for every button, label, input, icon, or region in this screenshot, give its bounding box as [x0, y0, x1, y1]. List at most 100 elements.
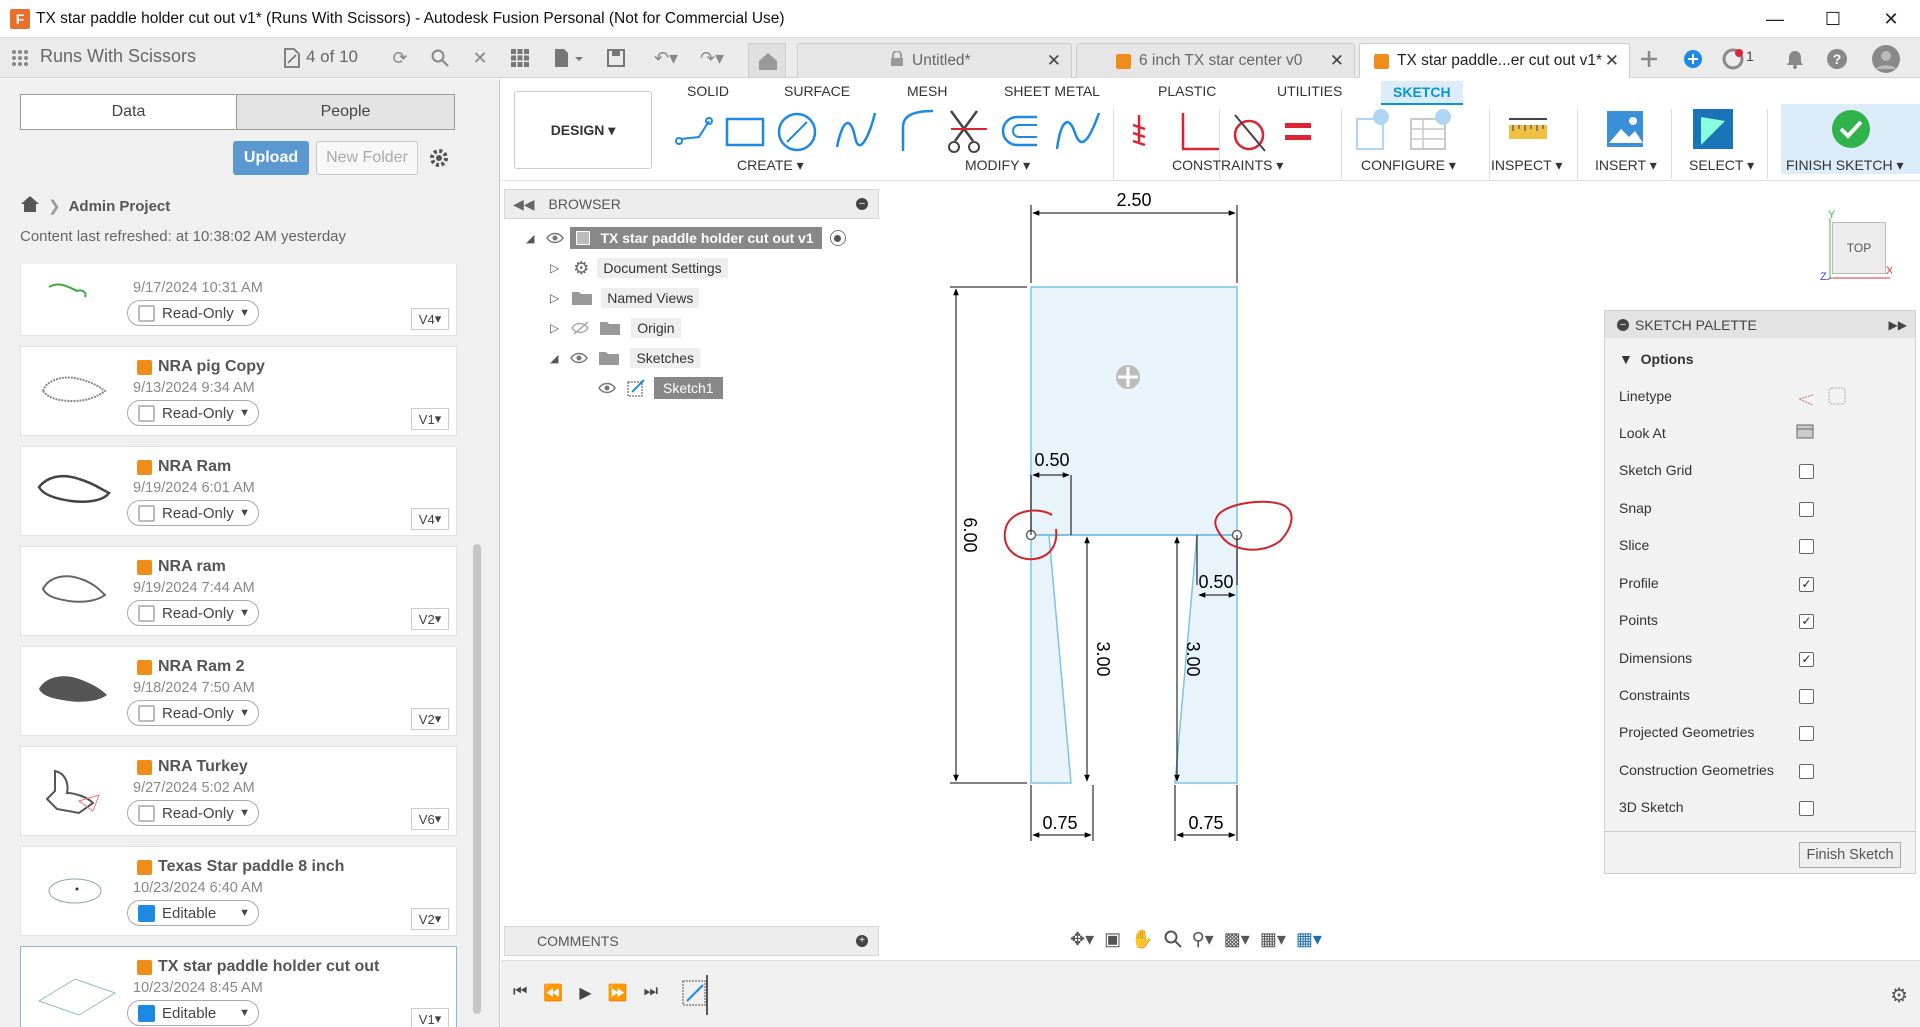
options-section[interactable]: ▼ Options	[1619, 351, 1694, 367]
file-name[interactable]: NRA Ram	[158, 458, 231, 476]
list-item[interactable]: NRA Ram 9/19/2024 6:01 AM Read-Only ▼ V4 ▾	[20, 446, 457, 536]
viewcube-face-top[interactable]: TOP	[1832, 222, 1886, 274]
minimize-button[interactable]: —	[1746, 0, 1804, 38]
permission-dropdown[interactable]: Read-Only ▼	[127, 800, 259, 826]
browser-node-origin[interactable]: ▷ Origin	[550, 316, 681, 340]
version-badge[interactable]: V1 ▾	[411, 1008, 449, 1027]
eye-icon[interactable]	[570, 351, 589, 365]
tab-close-icon[interactable]: ✕	[1605, 51, 1619, 71]
select-icon[interactable]	[1691, 107, 1735, 151]
tab-sheet-metal[interactable]: SHEET METAL	[1004, 83, 1100, 99]
display-settings-icon[interactable]: ▩▾	[1224, 929, 1250, 950]
file-menu-icon[interactable]	[550, 46, 586, 70]
activate-radio-icon[interactable]	[829, 230, 846, 246]
list-item[interactable]: Texas Star paddle 8 inch 10/23/2024 6:40…	[20, 846, 457, 936]
tab-surface[interactable]: SURFACE	[784, 83, 850, 99]
version-badge[interactable]: V2 ▾	[411, 708, 449, 730]
expand-triangle-icon[interactable]: ◢	[526, 232, 534, 245]
new-folder-button[interactable]: New Folder	[316, 141, 418, 175]
expand-triangle-icon[interactable]: ◢	[550, 352, 558, 365]
grid-settings-icon[interactable]: ▦▾	[1260, 929, 1286, 950]
expand-palette-icon[interactable]: ▶▶	[1889, 318, 1907, 332]
browser-node-named-views[interactable]: ▷ Named Views	[550, 286, 700, 310]
list-item[interactable]: NRA pig Copy 9/13/2024 9:34 AM Read-Only…	[20, 346, 457, 436]
browser-root-node[interactable]: ◢ TX star paddle holder cut out v1	[526, 226, 846, 250]
list-item[interactable]: 9/17/2024 10:31 AM Read-Only ▼ V4 ▾	[20, 264, 457, 336]
comments-panel[interactable]: COMMENTS +	[504, 926, 879, 956]
eye-icon[interactable]	[598, 381, 616, 395]
finish-sketch-menu[interactable]: FINISH SKETCH ▾	[1786, 157, 1904, 174]
upload-button[interactable]: Upload	[233, 141, 309, 175]
tab-6-inch-tx-star[interactable]: 6 inch TX star center v0 ✕	[1076, 43, 1355, 78]
close-panel-icon[interactable]: ✕	[468, 46, 492, 70]
fit-icon[interactable]: ⚲▾	[1192, 929, 1214, 950]
file-name[interactable]: NRA ram	[158, 558, 226, 576]
permission-dropdown[interactable]: Read-Only ▼	[127, 400, 259, 426]
look-at-icon[interactable]: ▣	[1104, 929, 1121, 950]
measure-icon[interactable]	[1507, 115, 1551, 145]
refresh-icon[interactable]: ⟳	[388, 46, 412, 70]
zoom-icon[interactable]	[1164, 930, 1182, 948]
snap-checkbox[interactable]	[1799, 502, 1814, 517]
viewports-icon[interactable]: ▦▾	[1296, 929, 1322, 950]
tab-close-icon[interactable]: ✕	[1047, 51, 1061, 71]
version-badge[interactable]: V4 ▾	[411, 508, 449, 530]
finish-sketch-icon[interactable]	[1831, 109, 1871, 149]
eye-icon[interactable]	[546, 231, 565, 245]
help-icon[interactable]: ?	[1824, 46, 1850, 72]
tab-mesh[interactable]: MESH	[907, 83, 947, 99]
constraints-checkbox[interactable]	[1799, 689, 1814, 704]
insert-menu[interactable]: INSERT ▾	[1595, 157, 1657, 174]
tab-untitled[interactable]: Untitled* ✕	[797, 43, 1072, 78]
tab-sketch[interactable]: SKETCH	[1381, 81, 1463, 105]
slice-checkbox[interactable]	[1799, 539, 1814, 554]
timeline-sketch-feature[interactable]	[681, 975, 711, 1015]
new-tab-icon[interactable]	[1636, 46, 1662, 72]
minimize-browser-icon[interactable]: –	[856, 198, 868, 210]
list-item[interactable]: TX star paddle holder cut out 10/23/2024…	[20, 946, 457, 1027]
file-name[interactable]: NRA Turkey	[158, 758, 248, 776]
configure-menu[interactable]: CONFIGURE ▾	[1361, 157, 1456, 174]
version-badge[interactable]: V2 ▾	[411, 908, 449, 930]
grid-apps-icon[interactable]	[8, 46, 32, 70]
projected-geometries-checkbox[interactable]	[1799, 726, 1814, 741]
version-badge[interactable]: V1 ▾	[411, 408, 449, 430]
permission-dropdown[interactable]: Read-Only ▼	[127, 700, 259, 726]
modify-menu[interactable]: MODIFY ▾	[965, 157, 1030, 174]
play-icon[interactable]: ▶	[579, 983, 591, 1003]
tab-solid[interactable]: SOLID	[687, 83, 729, 99]
extensions-icon[interactable]	[1680, 46, 1706, 72]
tab-people[interactable]: People	[236, 94, 455, 130]
scrollbar[interactable]	[473, 544, 481, 1014]
tab-utilities[interactable]: UTILITIES	[1277, 83, 1342, 99]
job-status-icon[interactable]	[1720, 46, 1746, 72]
file-name[interactable]: NRA pig Copy	[158, 358, 265, 376]
home-tab[interactable]	[748, 43, 786, 78]
gear-icon[interactable]	[428, 147, 450, 173]
go-to-end-icon[interactable]: ⏭	[644, 983, 658, 1003]
sketch-canvas[interactable]: 2.50 6.00 0.50 0.50 3.00 3.00 0.75 0.75	[900, 185, 1420, 845]
root-component[interactable]: TX star paddle holder cut out v1	[570, 227, 822, 249]
sketch-profile[interactable]	[1030, 286, 1238, 784]
dimensions-checkbox[interactable]: ✓	[1799, 652, 1814, 667]
viewcube[interactable]: Y X Z TOP	[1820, 208, 1894, 285]
version-badge[interactable]: V2 ▾	[411, 608, 449, 630]
step-forward-icon[interactable]: ⏩	[608, 983, 628, 1003]
finish-sketch-button[interactable]: Finish Sketch	[1799, 842, 1901, 868]
close-window-button[interactable]: ✕	[1862, 0, 1920, 38]
create-menu[interactable]: CREATE ▾	[737, 157, 804, 174]
expand-triangle-icon[interactable]: ▷	[550, 291, 559, 305]
tab-tx-star-paddle[interactable]: TX star paddle...er cut out v1* ✕	[1359, 43, 1630, 78]
add-comment-icon[interactable]: +	[856, 935, 868, 947]
file-name[interactable]: TX star paddle holder cut out	[158, 958, 379, 976]
pan-icon[interactable]: ✋	[1131, 929, 1153, 950]
list-item[interactable]: NRA ram 9/19/2024 7:44 AM Read-Only ▼ V2 ▾	[20, 546, 457, 636]
undo-icon[interactable]: ↶▾	[648, 46, 684, 70]
select-menu[interactable]: SELECT ▾	[1689, 157, 1754, 174]
dimension-width[interactable]	[1030, 205, 1238, 283]
file-name[interactable]: Texas Star paddle 8 inch	[158, 858, 344, 876]
search-icon[interactable]	[428, 46, 452, 70]
step-back-icon[interactable]: ⏪	[543, 983, 563, 1003]
workspace-switcher[interactable]: DESIGN ▾	[514, 91, 652, 169]
collapse-browser-icon[interactable]: ◀◀	[513, 196, 535, 213]
